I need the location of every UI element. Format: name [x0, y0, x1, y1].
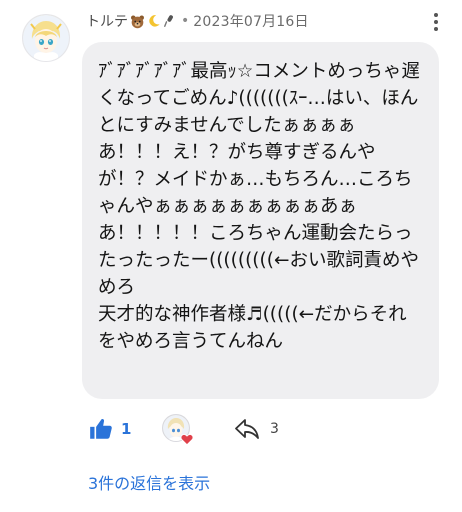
like-button[interactable]: 1 — [88, 416, 131, 442]
header-separator: • — [181, 13, 190, 29]
comment-header: トルテ • 2023年07月16日 — [86, 10, 309, 32]
view-replies-link[interactable]: 3件の返信を表示 — [88, 470, 210, 494]
crescent-moon-icon — [149, 15, 160, 27]
comment-date: 2023年07月16日 — [193, 14, 309, 30]
author-avatar[interactable] — [22, 14, 70, 62]
more-options-button[interactable] — [426, 10, 446, 34]
comment-actions: 1 3 — [88, 412, 388, 448]
comment-text: ｱﾞｱﾞｱﾞｱﾞｱﾞ最高ｯ☆コメントめっちゃ遅くなってごめん♪(((((((ｽｰ… — [98, 61, 420, 352]
share-count: 3 — [270, 421, 279, 437]
heart-icon — [180, 434, 194, 446]
more-vertical-icon — [434, 13, 438, 17]
share-button[interactable]: 3 — [234, 418, 279, 440]
like-count: 1 — [121, 420, 132, 438]
share-arrow-icon — [235, 419, 259, 439]
comment-bubble: ｱﾞｱﾞｱﾞｱﾞｱﾞ最高ｯ☆コメントめっちゃ遅くなってごめん♪(((((((ｽｰ… — [82, 42, 439, 399]
creator-heart-badge — [162, 414, 194, 446]
author-avatar-illustration — [23, 15, 69, 61]
comment: トルテ • 2023年07月16日 ｱﾞｱﾞｱﾞｱﾞｱﾞ最高ｯ☆コメントめっちゃ… — [0, 0, 462, 512]
thumbs-up-icon — [90, 419, 112, 439]
bear-face-icon — [131, 15, 144, 28]
author-name[interactable]: トルテ — [86, 11, 128, 31]
microphone-icon — [164, 15, 173, 27]
